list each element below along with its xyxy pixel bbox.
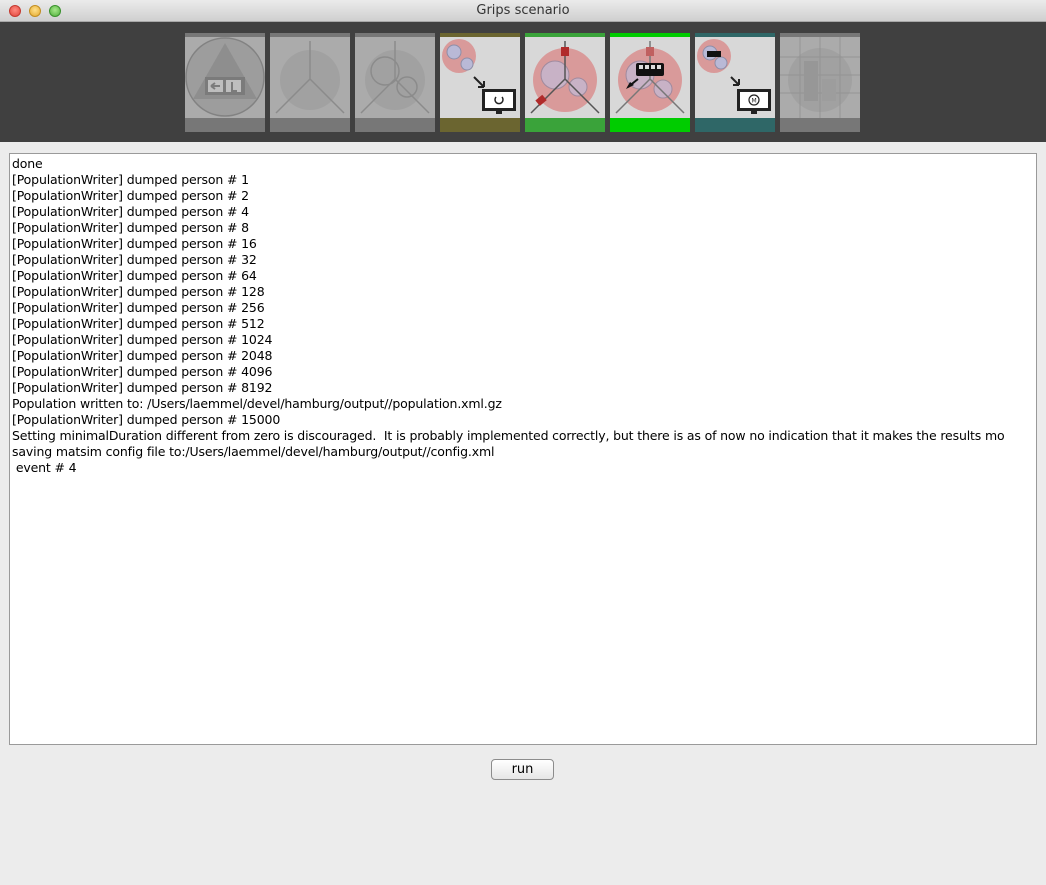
step-button-results[interactable]: [780, 33, 860, 132]
log-lines: done [PopulationWriter] dumped person # 1…: [10, 154, 1036, 476]
population-nodes-icon: [525, 37, 605, 118]
log-line: [PopulationWriter] dumped person # 1: [12, 172, 249, 187]
log-line: [PopulationWriter] dumped person # 4: [12, 204, 249, 219]
log-line: [PopulationWriter] dumped person # 2: [12, 188, 249, 203]
step-status-bar: [355, 118, 435, 132]
step-status-bar: [525, 118, 605, 132]
svg-text:M: M: [752, 98, 757, 105]
log-line: saving matsim config file to:/Users/laem…: [12, 444, 495, 459]
step-button-scenario[interactable]: [525, 33, 605, 132]
network-to-monitor-icon: [440, 37, 520, 118]
window-title: Grips scenario: [476, 3, 570, 18]
log-line: done: [12, 156, 43, 171]
log-line: [PopulationWriter] dumped person # 64: [12, 268, 257, 283]
bus-scenario-icon: [610, 37, 690, 118]
step-button-network[interactable]: [440, 33, 520, 132]
log-line: [PopulationWriter] dumped person # 4096: [12, 364, 273, 379]
step-button-evacuation[interactable]: [185, 33, 265, 132]
grid-map-icon: [780, 37, 860, 118]
log-line: [PopulationWriter] dumped person # 1024: [12, 332, 273, 347]
log-line: [PopulationWriter] dumped person # 2048: [12, 348, 273, 363]
log-line: [PopulationWriter] dumped person # 32: [12, 252, 257, 267]
step-button-bus[interactable]: [610, 33, 690, 132]
evacuation-exit-icon: [185, 37, 265, 117]
log-output-area[interactable]: done [PopulationWriter] dumped person # 1…: [9, 153, 1037, 745]
wizard-toolbar: M: [0, 22, 1046, 142]
step-button-area[interactable]: [270, 33, 350, 132]
step-status-bar: [610, 118, 690, 132]
step-status-bar: [185, 118, 265, 132]
step-status-bar: [695, 118, 775, 132]
step-button-population[interactable]: [355, 33, 435, 132]
step-status-bar: [270, 118, 350, 132]
step-status-bar: [440, 118, 520, 132]
log-line: Setting minimalDuration different from z…: [12, 428, 1005, 443]
window-titlebar: Grips scenario: [0, 0, 1046, 22]
log-line: [PopulationWriter] dumped person # 15000: [12, 412, 281, 427]
log-line: [PopulationWriter] dumped person # 8192: [12, 380, 273, 395]
step-status-bar: [780, 118, 860, 132]
circles-lines-icon: [360, 41, 430, 114]
triangle-lines-icon: [275, 41, 345, 114]
log-line: [PopulationWriter] dumped person # 512: [12, 316, 265, 331]
log-line: [PopulationWriter] dumped person # 8: [12, 220, 249, 235]
log-line: [PopulationWriter] dumped person # 256: [12, 300, 265, 315]
log-line: Population written to: /Users/laemmel/de…: [12, 396, 502, 411]
run-button[interactable]: run: [491, 759, 554, 780]
log-line: event # 4: [12, 460, 77, 475]
log-line: [PopulationWriter] dumped person # 128: [12, 284, 265, 299]
log-line: [PopulationWriter] dumped person # 16: [12, 236, 257, 251]
step-button-matsim[interactable]: M: [695, 33, 775, 132]
matsim-monitor-icon: M: [695, 37, 775, 118]
